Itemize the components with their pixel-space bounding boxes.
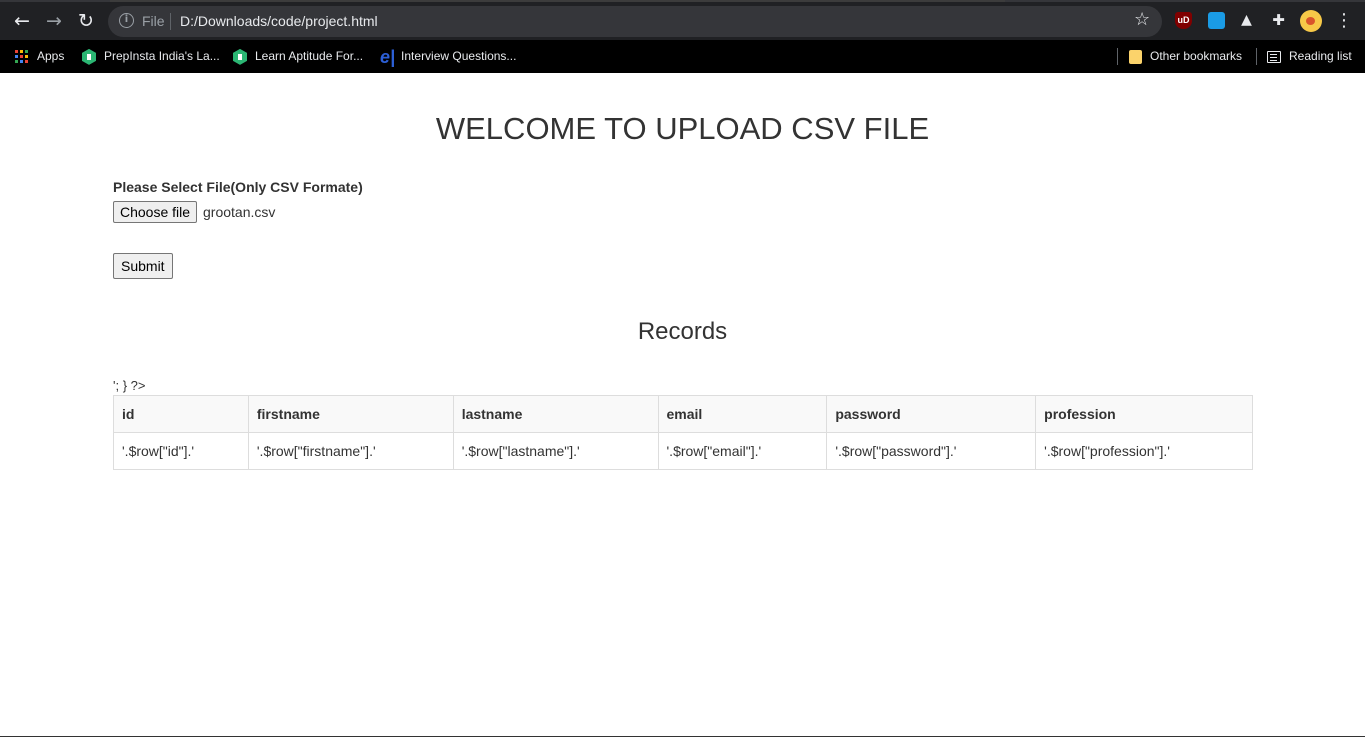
column-header-password: password	[826, 395, 1037, 433]
column-header-firstname: firstname	[247, 395, 454, 433]
back-icon[interactable]: ←	[11, 10, 33, 32]
table-cell: '.$row["id"].'	[113, 432, 249, 470]
prepinsta-icon	[233, 48, 247, 65]
scheme-label: File	[142, 13, 165, 29]
bookmark-apps[interactable]: Apps	[15, 47, 64, 65]
bookmark-learn-aptitude[interactable]: Learn Aptitude For...	[233, 47, 363, 65]
url-text[interactable]: D:/Downloads/code/project.html	[180, 13, 378, 29]
reload-icon[interactable]: ↻	[75, 10, 97, 32]
translate-extension-icon[interactable]	[1208, 12, 1225, 29]
other-bookmarks[interactable]: Other bookmarks	[1129, 47, 1242, 65]
other-bookmarks-label: Other bookmarks	[1150, 49, 1243, 63]
reading-list[interactable]: Reading list	[1267, 47, 1352, 65]
column-header-email: email	[657, 395, 828, 433]
table-cell: '.$row["firstname"].'	[247, 432, 454, 470]
ublock-extension-icon[interactable]: uD	[1175, 12, 1192, 29]
column-header-lastname: lastname	[452, 395, 659, 433]
tab-strip	[0, 0, 1365, 2]
extensions-puzzle-icon[interactable]: ✚	[1270, 12, 1287, 29]
bookmarks-divider	[1256, 48, 1257, 65]
php-leak-text: '; } ?>	[113, 378, 146, 393]
submit-button[interactable]: Submit	[113, 253, 173, 279]
bookmark-star-icon[interactable]: ☆	[1134, 9, 1150, 30]
table-row: '.$row["id"].' '.$row["firstname"].' '.$…	[113, 432, 1253, 470]
bookmark-label: PrepInsta India's La...	[104, 49, 220, 63]
records-heading: Records	[637, 318, 728, 345]
omnibox-divider	[170, 13, 171, 30]
bookmark-apps-label: Apps	[37, 49, 65, 63]
e-logo-icon: e|	[380, 46, 396, 67]
table-cell: '.$row["profession"].'	[1035, 432, 1253, 470]
prepinsta-icon	[82, 48, 96, 65]
page-content: WELCOME TO UPLOAD CSV FILE Please Select…	[0, 73, 1365, 737]
page-title: WELCOME TO UPLOAD CSV FILE	[435, 111, 930, 146]
records-table: id firstname lastname email password pro…	[113, 395, 1253, 470]
bookmarks-bar: Apps PrepInsta India's La... Learn Aptit…	[0, 40, 1365, 73]
column-header-id: id	[113, 395, 249, 433]
address-bar[interactable]: i File D:/Downloads/code/project.html ☆	[108, 6, 1162, 37]
forward-icon[interactable]: →	[43, 10, 65, 32]
bookmark-label: Interview Questions...	[401, 49, 517, 63]
bookmark-label: Learn Aptitude For...	[255, 49, 364, 63]
folder-icon	[1129, 49, 1142, 64]
choose-file-button[interactable]: Choose file	[113, 201, 198, 223]
table-header-row: id firstname lastname email password pro…	[113, 395, 1253, 433]
profile-avatar[interactable]	[1300, 10, 1322, 32]
column-header-profession: profession	[1035, 395, 1253, 433]
reading-list-label: Reading list	[1289, 49, 1352, 63]
table-cell: '.$row["lastname"].'	[452, 432, 659, 470]
browser-menu-icon[interactable]: ⋮	[1335, 10, 1353, 32]
bookmarks-divider	[1117, 48, 1118, 65]
browser-toolbar: ← → ↻ i File D:/Downloads/code/project.h…	[0, 0, 1365, 40]
info-icon[interactable]: i	[119, 13, 134, 28]
bookmark-prepinsta[interactable]: PrepInsta India's La...	[82, 47, 220, 65]
reading-list-icon	[1267, 50, 1281, 63]
file-select-label: Please Select File(Only CSV Formate)	[113, 179, 363, 195]
mountain-extension-icon[interactable]: ▲	[1238, 12, 1255, 29]
table-cell: '.$row["email"].'	[657, 432, 828, 470]
table-cell: '.$row["password"].'	[826, 432, 1037, 470]
selected-file-name: grootan.csv	[203, 204, 276, 220]
bookmark-interview-questions[interactable]: e| Interview Questions...	[380, 46, 517, 67]
active-tab[interactable]	[110, 0, 1005, 2]
apps-grid-icon	[15, 50, 28, 64]
